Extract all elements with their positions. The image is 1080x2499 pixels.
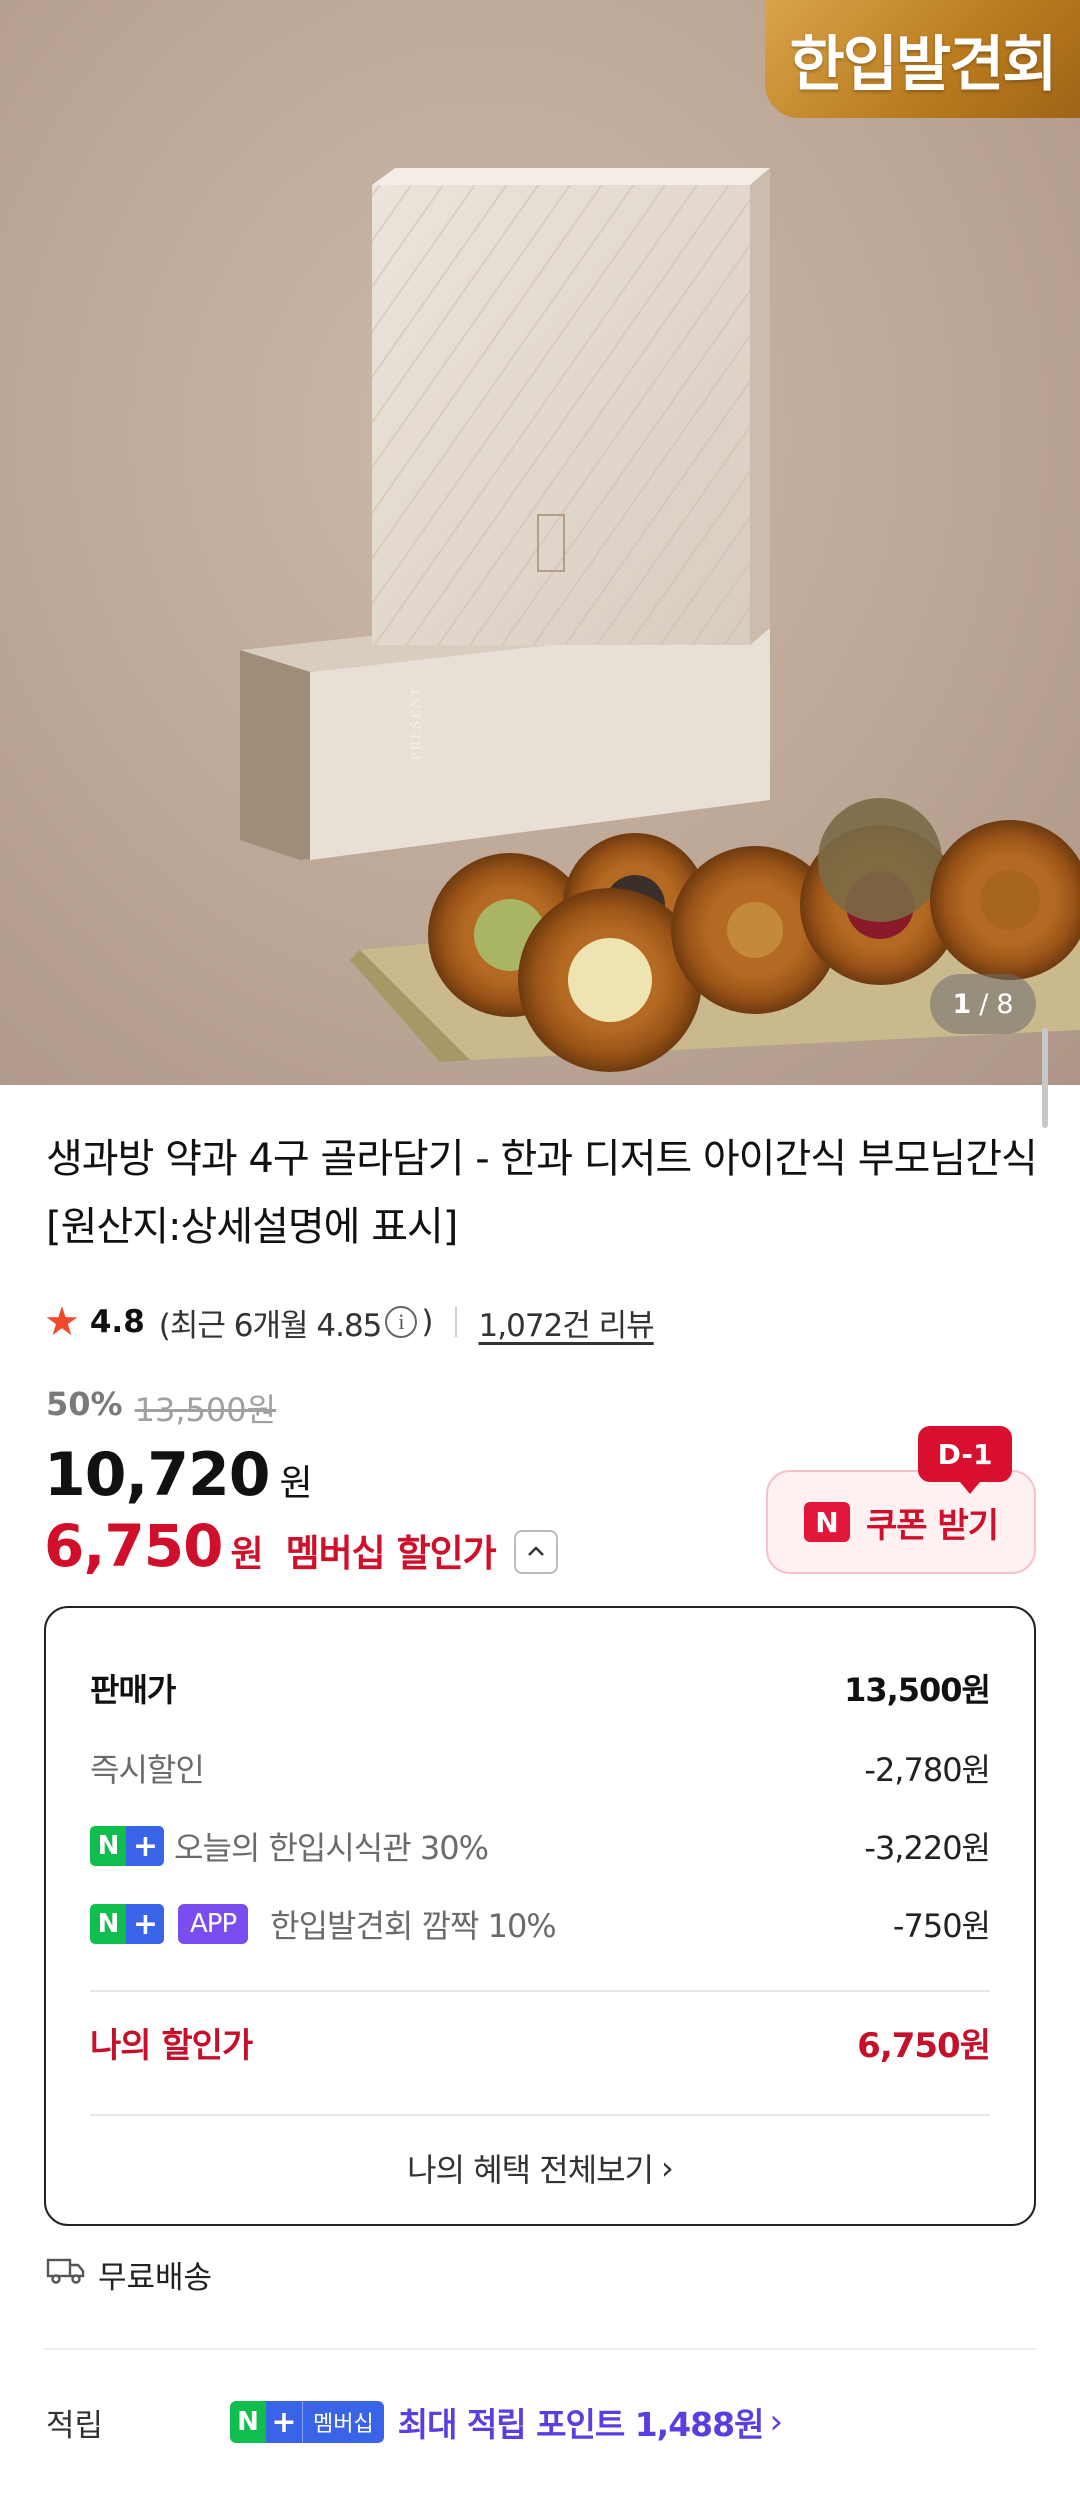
points-label: 적립 — [46, 2407, 104, 2444]
discount-row: 50% 13,500원 — [46, 1385, 276, 1431]
divider — [44, 2348, 1036, 2350]
divider — [454, 1307, 457, 1337]
chevron-right-icon: › — [769, 2402, 784, 2442]
coupon-button[interactable]: N 쿠폰 받기 — [766, 1470, 1036, 1574]
points-row[interactable]: 적립 N + 멤버십 최대 적립 포인트 1,488원 › — [46, 2392, 783, 2452]
breakdown-value: -3,220원 — [864, 1829, 991, 1867]
image-counter-sep: / — [979, 988, 989, 1020]
rating-value: 4.8 — [89, 1304, 145, 1340]
info-icon[interactable]: i — [385, 1306, 418, 1338]
divider — [90, 1990, 990, 1992]
svg-text:PRESENT: PRESENT — [409, 685, 424, 760]
review-count-link[interactable]: 1,072건 리뷰 — [479, 1300, 655, 1345]
my-discount-price-row: 나의 할인가 6,750원 — [90, 2012, 991, 2072]
app-tag: APP — [178, 1904, 249, 1944]
product-photo: PRESENT — [240, 168, 1080, 1072]
sale-price-row: 10,720 원 — [44, 1440, 313, 1510]
max-points-text: 최대 적립 포인트 1,488원 — [397, 2405, 765, 2444]
chevron-up-icon — [527, 1546, 544, 1556]
breakdown-label: 한입발견회 깜짝 10% — [270, 1907, 557, 1945]
sale-price: 10,720 — [44, 1440, 271, 1510]
breakdown-label: 즉시할인 — [90, 1751, 205, 1789]
rating-row: ★ 4.8 (최근 6개월 4.85 i ) 1,072건 리뷰 — [44, 1292, 655, 1352]
recent-rating: (최근 6개월 4.85 — [158, 1307, 383, 1344]
see-all-benefits-link[interactable]: 나의 혜택 전체보기 › — [46, 2138, 1034, 2198]
image-counter-current: 1 — [952, 988, 972, 1020]
star-icon: ★ — [44, 1299, 80, 1345]
coupon-label: 쿠폰 받기 — [866, 1505, 999, 1546]
naver-plus-membership-icon: N + 멤버십 — [230, 2401, 384, 2443]
member-price-row: 6,750 원 멤버십 할인가 — [44, 1512, 558, 1580]
breakdown-row-sale-price: 판매가 13,500원 — [90, 1658, 991, 1718]
member-price-label: 멤버십 할인가 — [285, 1532, 497, 1575]
breakdown-row-tasting-discount: N + 오늘의 한입시식관 30% -3,220원 — [90, 1816, 991, 1876]
promo-badge: 한입발견회 — [765, 0, 1080, 118]
truck-icon — [46, 2254, 86, 2294]
my-price-value: 6,750원 — [857, 2025, 991, 2066]
member-price-unit: 원 — [230, 1534, 264, 1575]
discount-percent: 50% — [46, 1385, 123, 1423]
chevron-right-icon: › — [661, 2149, 674, 2187]
price-breakdown: 판매가 13,500원 즉시할인 -2,780원 N + 오늘의 한입시식관 3… — [44, 1606, 1036, 2226]
breakdown-value: 13,500원 — [844, 1671, 991, 1709]
image-counter: 1 / 8 — [930, 974, 1036, 1034]
collapse-toggle-button[interactable] — [513, 1530, 558, 1574]
image-counter-total: 8 — [996, 988, 1014, 1020]
naver-n-icon: N — [804, 1502, 851, 1542]
product-title: 생과방 약과 4구 골라담기 - 한과 디저트 아이간식 부모님간식 [원산지:… — [46, 1136, 1038, 1250]
member-price: 6,750 — [44, 1512, 223, 1580]
original-price: 13,500원 — [134, 1391, 277, 1429]
breakdown-label: 판매가 — [90, 1671, 176, 1709]
my-price-label: 나의 할인가 — [90, 2025, 253, 2066]
breakdown-value: -2,780원 — [864, 1751, 991, 1789]
shipping-label: 무료배송 — [98, 2259, 213, 2296]
breakdown-label: 오늘의 한입시식관 30% — [174, 1829, 489, 1867]
naver-plus-icon: N + — [90, 1904, 164, 1944]
dday-badge: D-1 — [918, 1426, 1012, 1494]
see-all-label: 나의 혜택 전체보기 — [407, 2151, 654, 2189]
breakdown-row-app-discount: N + APP 한입발견회 깜짝 10% -750원 — [90, 1894, 991, 1954]
divider — [90, 2114, 990, 2116]
shipping-row: 무료배송 — [46, 2246, 212, 2302]
recent-rating-close: ) — [421, 1304, 433, 1340]
product-image-carousel[interactable]: PRESENT 한입발견회 1 / 8 — [0, 0, 1080, 1085]
sale-price-unit: 원 — [279, 1463, 313, 1504]
scrollbar-thumb[interactable] — [1042, 1028, 1048, 1128]
breakdown-value: -750원 — [892, 1907, 991, 1945]
breakdown-row-instant-discount: 즉시할인 -2,780원 — [90, 1738, 991, 1798]
naver-plus-icon: N + — [90, 1826, 164, 1866]
